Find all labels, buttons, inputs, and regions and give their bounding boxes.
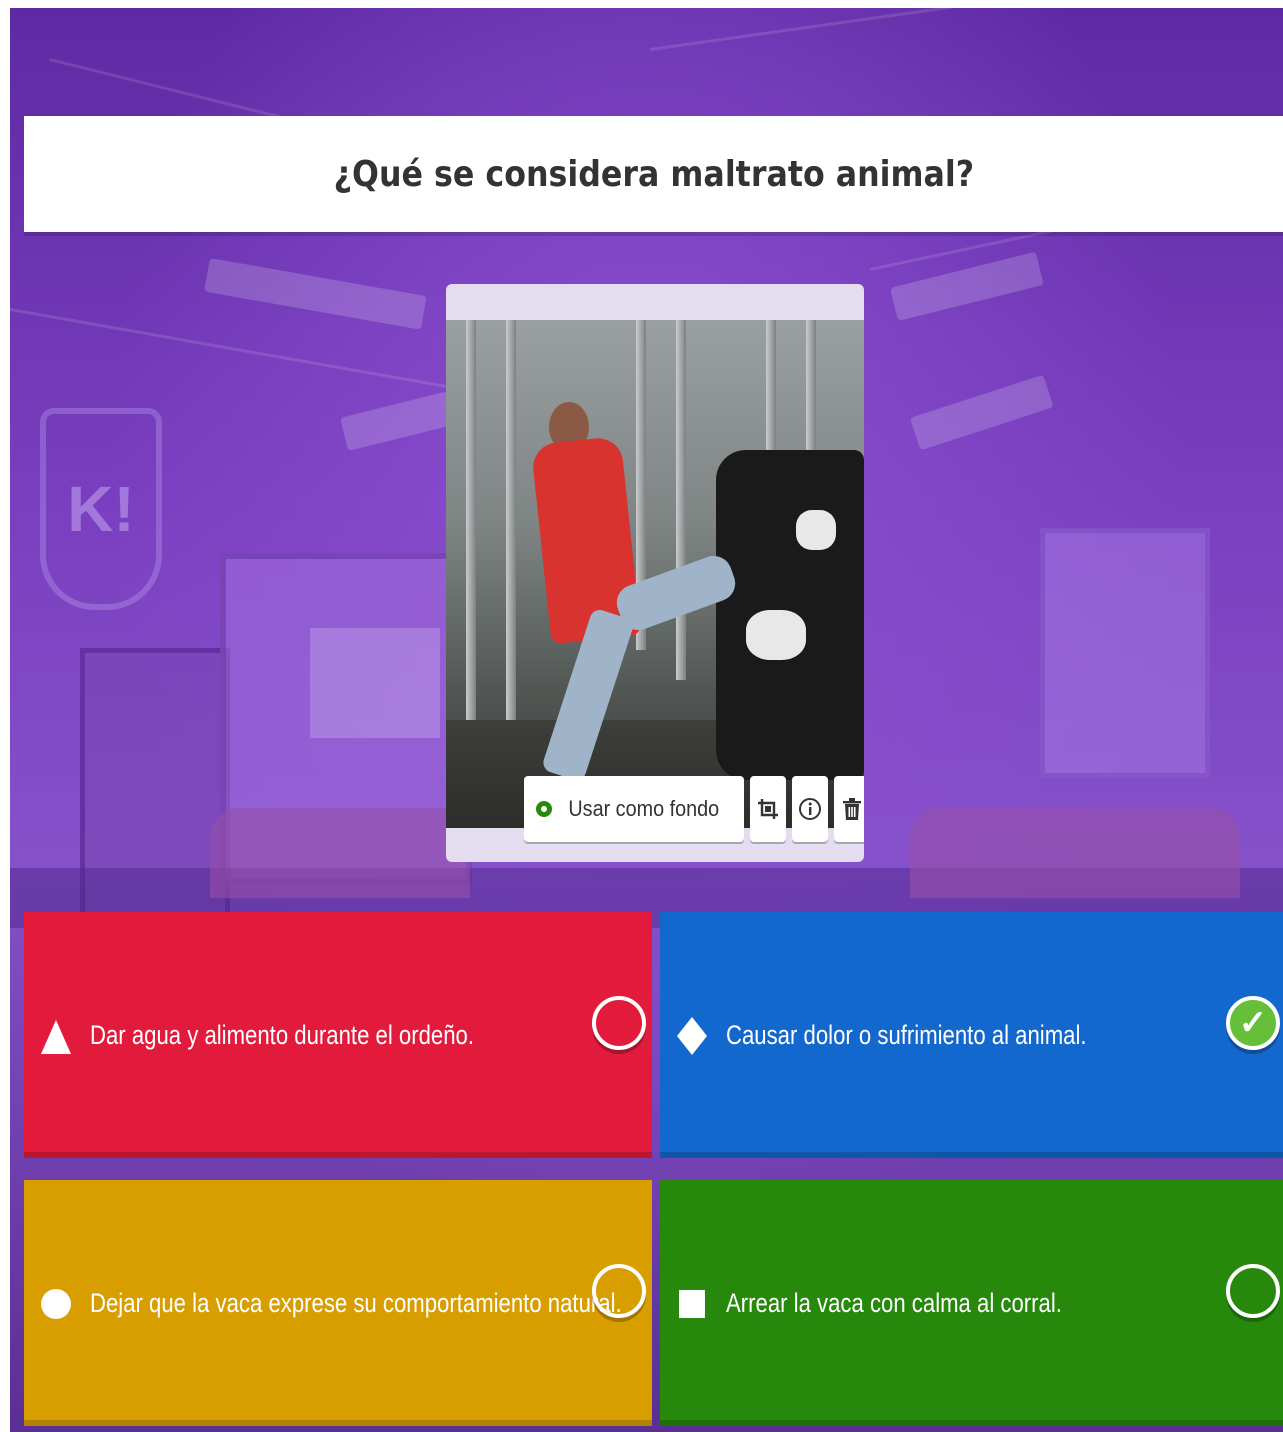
correct-toggle-circle[interactable]	[592, 996, 646, 1050]
answer-text[interactable]: Dejar que la vaca exprese su comportamie…	[90, 1288, 622, 1319]
trash-icon	[842, 798, 861, 820]
background-icon	[536, 801, 552, 817]
use-as-background-label: Usar como fondo	[568, 796, 720, 821]
stanchion-bar	[466, 320, 476, 740]
desk	[910, 808, 1240, 898]
answer-option-4[interactable]: Arrear la vaca con calma al corral.	[660, 1180, 1283, 1426]
correct-toggle-circle[interactable]	[1226, 1264, 1280, 1318]
cow	[716, 450, 864, 780]
correct-check-icon[interactable]: ✓	[1226, 996, 1280, 1050]
circle-icon	[41, 1289, 71, 1319]
board-panel	[310, 628, 440, 738]
answer-option-1[interactable]: Dar agua y alimento durante el ordeño.	[24, 912, 652, 1158]
stanchion-bar	[676, 320, 686, 680]
cow-spot	[796, 510, 836, 550]
kahoot-emblem: K!	[40, 408, 162, 610]
ceiling-light	[340, 391, 455, 451]
desk	[210, 808, 470, 898]
answer-option-3[interactable]: Dejar que la vaca exprese su comportamie…	[24, 1180, 652, 1426]
ceiling-line	[650, 8, 1265, 51]
info-icon	[798, 798, 821, 820]
diamond-icon	[677, 1017, 707, 1055]
ceiling-light	[890, 251, 1044, 321]
question-media: Usar como fondo	[446, 284, 864, 862]
answer-text[interactable]: Causar dolor o sufrimiento al animal.	[726, 1020, 1087, 1051]
ceiling-light	[204, 258, 427, 330]
answer-option-2[interactable]: Causar dolor o sufrimiento al animal. ✓	[660, 912, 1283, 1158]
ceiling-light	[910, 374, 1054, 451]
answer-text[interactable]: Dar agua y alimento durante el ordeño.	[90, 1020, 474, 1051]
triangle-icon	[41, 1020, 71, 1054]
info-button[interactable]	[791, 776, 828, 842]
square-icon	[679, 1290, 705, 1318]
stanchion-bar	[506, 320, 516, 720]
delete-button[interactable]	[833, 776, 864, 842]
crop-icon	[757, 799, 778, 819]
correct-toggle-circle[interactable]	[592, 1264, 646, 1318]
media-toolbar: Usar como fondo	[524, 776, 864, 844]
crop-button[interactable]	[749, 776, 786, 842]
question-bar[interactable]: ¿Qué se considera maltrato animal?	[24, 116, 1283, 232]
use-as-background-button[interactable]: Usar como fondo	[524, 776, 744, 842]
answer-grid: Dar agua y alimento durante el ordeño. C…	[24, 912, 1283, 1432]
cow-spot	[746, 610, 806, 660]
window	[1040, 528, 1210, 778]
question-title[interactable]: ¿Qué se considera maltrato animal?	[333, 154, 974, 195]
question-image	[446, 320, 864, 828]
answer-text[interactable]: Arrear la vaca con calma al corral.	[726, 1288, 1062, 1319]
